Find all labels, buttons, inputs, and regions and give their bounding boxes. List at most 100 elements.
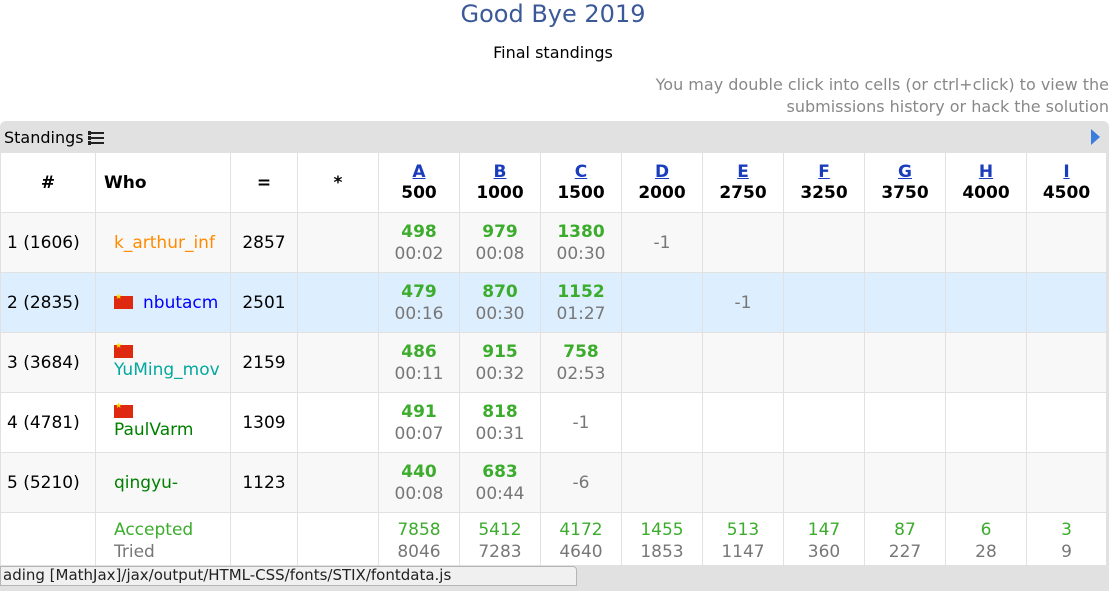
- problem-result-cell[interactable]: [783, 272, 865, 333]
- problem-result-cell[interactable]: [702, 332, 784, 393]
- problem-result-cell[interactable]: -6: [540, 452, 622, 513]
- problem-result-cell[interactable]: 1380 00:30: [540, 212, 622, 273]
- participant-handle[interactable]: nbutacm: [143, 293, 218, 313]
- problem-result-cell[interactable]: [783, 392, 865, 453]
- problem-result-cell[interactable]: -1: [540, 392, 622, 453]
- standings-row[interactable]: 1 (1606) k_arthur_inf 2857 498 00:02 979 00:08…: [0, 212, 1107, 273]
- standings-row[interactable]: 4 (4781)PaulVarm130949100:0781800:31-1: [0, 392, 1107, 453]
- problem-result-cell[interactable]: [783, 332, 865, 393]
- tried-count: 1853: [640, 542, 684, 562]
- problem-result-cell[interactable]: -1: [621, 212, 703, 273]
- problem-result-cell[interactable]: [945, 332, 1027, 393]
- problem-result-cell[interactable]: 1152 01:27: [540, 272, 622, 333]
- problem-result-cell[interactable]: 498 00:02: [378, 212, 460, 273]
- participant-handle[interactable]: PaulVarm: [114, 420, 193, 440]
- china-flag-icon: [114, 341, 133, 358]
- problem-link-e[interactable]: E: [703, 162, 783, 183]
- problem-result-cell[interactable]: [783, 452, 865, 513]
- submission-time: 00:30: [475, 303, 525, 324]
- problem-result-cell[interactable]: [864, 332, 946, 393]
- accepted-score: 491: [401, 401, 437, 422]
- failed-attempts: -6: [572, 472, 590, 493]
- problem-result-cell[interactable]: [1026, 272, 1107, 333]
- submission-time: 00:44: [475, 483, 525, 504]
- accepted-score: 479: [401, 281, 437, 302]
- problem-points: 500: [401, 182, 437, 203]
- accepted-count: 513: [726, 520, 760, 540]
- problem-result-cell[interactable]: 915 00:32: [459, 332, 541, 393]
- total-points: 2857: [230, 212, 298, 273]
- total-points: 1123: [230, 452, 298, 513]
- problem-result-cell[interactable]: [1026, 332, 1107, 393]
- problem-result-cell[interactable]: [945, 212, 1027, 273]
- problem-result-cell[interactable]: [864, 212, 946, 273]
- problem-header-f: F 3250: [783, 152, 865, 213]
- problem-result-cell[interactable]: [864, 272, 946, 333]
- problem-link-b[interactable]: B: [460, 162, 540, 183]
- submission-time: 00:08: [394, 483, 444, 504]
- problem-result-cell[interactable]: [945, 392, 1027, 453]
- tried-count: 28: [975, 542, 997, 562]
- contest-title: Good Bye 2019: [460, 0, 646, 28]
- problem-result-cell[interactable]: [864, 452, 946, 513]
- status-bar: ading [MathJax]/jax/output/HTML-CSS/font…: [0, 566, 577, 586]
- problem-result-cell[interactable]: [621, 392, 703, 453]
- participant-handle[interactable]: YuMing_mov: [114, 360, 220, 380]
- standings-row[interactable]: 3 (3684)YuMing_mov215948600:1191500:3275…: [0, 332, 1107, 393]
- problem-link-a[interactable]: A: [379, 162, 459, 183]
- problem-link-g[interactable]: G: [865, 162, 945, 183]
- problem-stat-cell: 39: [1026, 512, 1107, 566]
- problem-link-c[interactable]: C: [541, 162, 621, 183]
- triangle-right-icon[interactable]: [1091, 129, 1100, 145]
- problem-result-cell[interactable]: [1026, 452, 1107, 513]
- rank-header: #: [0, 152, 96, 213]
- china-flag-icon: [114, 292, 133, 309]
- problem-result-cell[interactable]: [945, 272, 1027, 333]
- submission-time: 02:53: [556, 363, 606, 384]
- problem-header-b: B 1000: [459, 152, 541, 213]
- participant-handle[interactable]: qingyu-: [114, 473, 178, 493]
- problem-link-h[interactable]: H: [946, 162, 1026, 183]
- problem-result-cell[interactable]: 979 00:08: [459, 212, 541, 273]
- penalty-cell: [297, 452, 379, 513]
- problem-result-cell[interactable]: [702, 392, 784, 453]
- participant-cell: qingyu-: [95, 452, 231, 513]
- problem-result-cell[interactable]: 758 02:53: [540, 332, 622, 393]
- total-points: 2159: [230, 332, 298, 393]
- problem-result-cell[interactable]: -1: [702, 272, 784, 333]
- accepted-count: 147: [807, 520, 841, 540]
- problem-result-cell[interactable]: [621, 452, 703, 513]
- problem-result-cell[interactable]: 870 00:30: [459, 272, 541, 333]
- problem-link-f[interactable]: F: [784, 162, 864, 183]
- problem-stat-cell: 7858 8046: [378, 512, 460, 566]
- standings-row[interactable]: 5 (5210) qingyu- 1123 440 00:08 683 00:44 -6: [0, 452, 1107, 513]
- submission-time: 01:27: [556, 303, 606, 324]
- menu-icon[interactable]: [87, 131, 104, 145]
- accepted-score: 498: [401, 221, 437, 242]
- problem-result-cell[interactable]: [864, 392, 946, 453]
- problem-result-cell[interactable]: [783, 212, 865, 273]
- problem-result-cell[interactable]: 440 00:08: [378, 452, 460, 513]
- problem-result-cell[interactable]: [945, 452, 1027, 513]
- problem-result-cell[interactable]: 683 00:44: [459, 452, 541, 513]
- problem-result-cell[interactable]: [1026, 392, 1107, 453]
- problem-result-cell[interactable]: 479 00:16: [378, 272, 460, 333]
- problem-link-d[interactable]: D: [622, 162, 702, 183]
- problem-result-cell[interactable]: 486 00:11: [378, 332, 460, 393]
- problem-result-cell[interactable]: [621, 332, 703, 393]
- problem-result-cell[interactable]: [1026, 212, 1107, 273]
- standings-row[interactable]: 2 (2835)nbutacm250147900:1687000:3011520…: [0, 272, 1107, 333]
- tried-label: Tried: [114, 542, 155, 562]
- problem-result-cell[interactable]: 491 00:07: [378, 392, 460, 453]
- participant-handle[interactable]: k_arthur_inf: [114, 233, 215, 253]
- accepted-score: 818: [482, 401, 518, 422]
- problem-link-i[interactable]: I: [1027, 162, 1106, 183]
- problem-result-cell[interactable]: [702, 452, 784, 513]
- problem-result-cell[interactable]: [621, 272, 703, 333]
- rank-cell: 4 (4781): [0, 392, 96, 453]
- problem-result-cell[interactable]: [702, 212, 784, 273]
- penalty-header: *: [297, 152, 379, 213]
- problem-result-cell[interactable]: 818 00:31: [459, 392, 541, 453]
- problem-header-h: H 4000: [945, 152, 1027, 213]
- total-points: 2501: [230, 272, 298, 333]
